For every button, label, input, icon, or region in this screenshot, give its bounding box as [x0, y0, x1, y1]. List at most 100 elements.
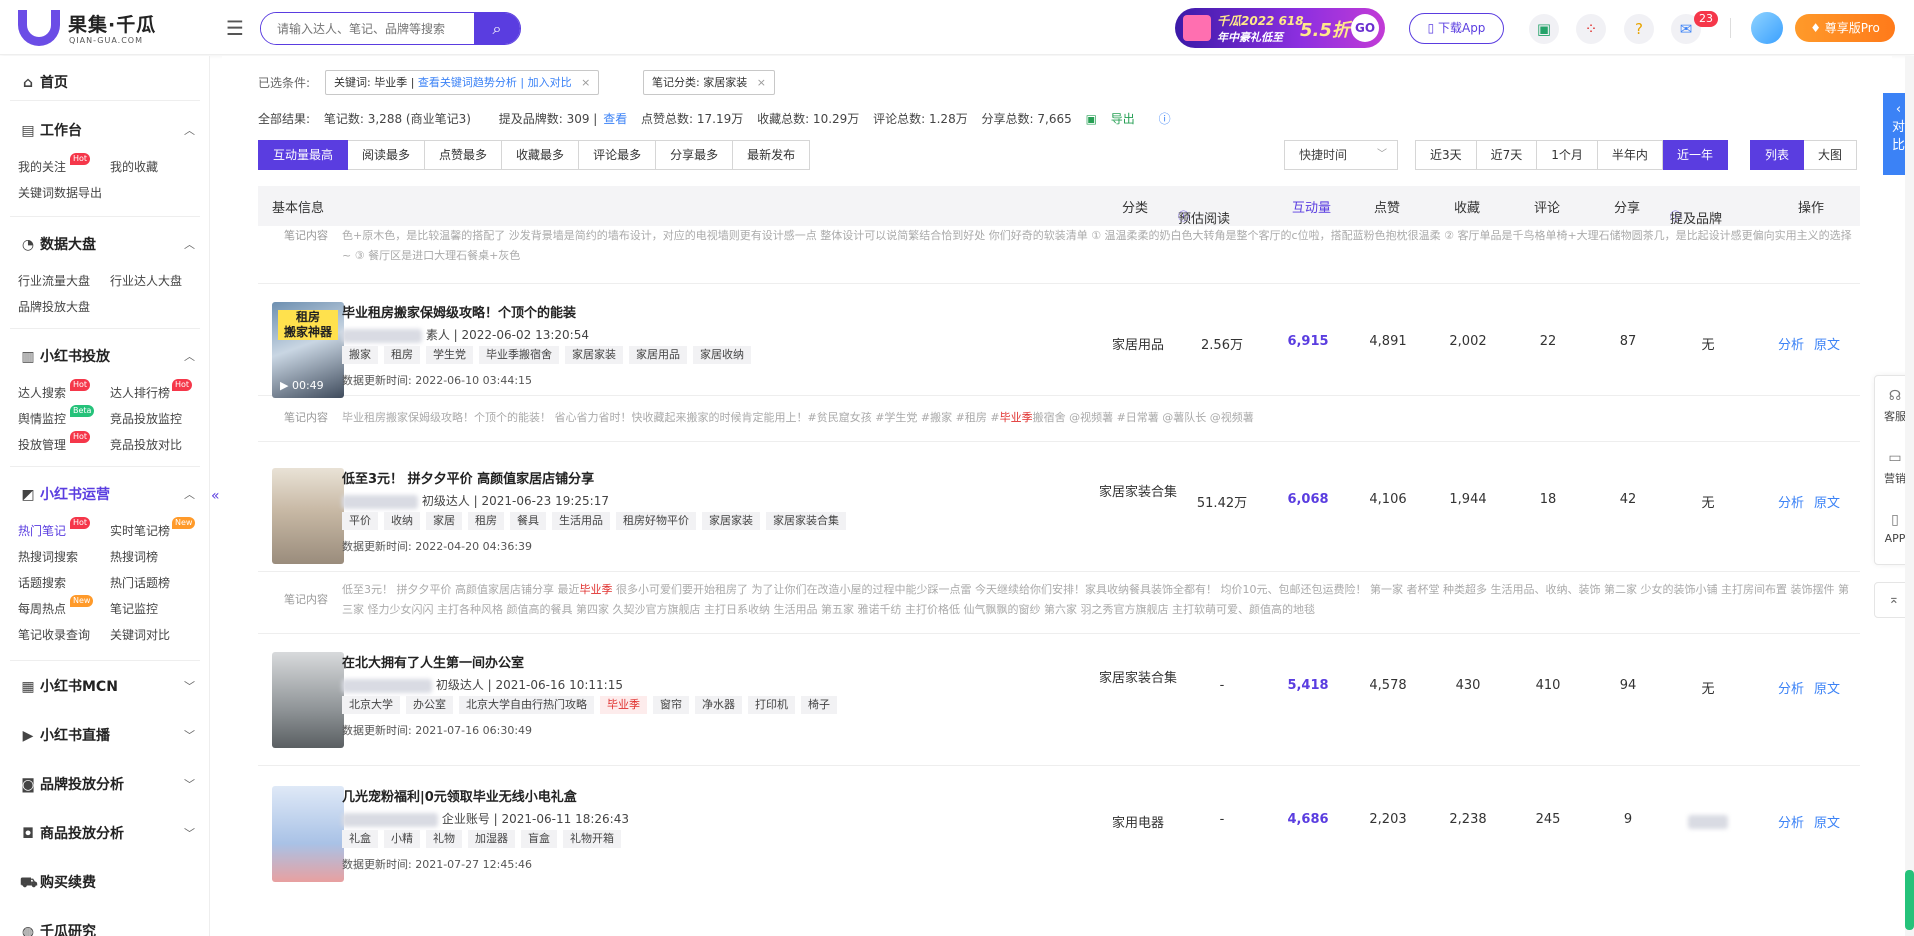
- chevron-up-icon[interactable]: ︿: [184, 122, 195, 138]
- sidebar-item-competitor-monitor[interactable]: 竞品投放监控: [110, 410, 182, 427]
- note-tag[interactable]: 餐具: [510, 512, 546, 530]
- avatar[interactable]: [342, 678, 432, 693]
- sidebar-item-hot-search-rank[interactable]: 热搜词榜: [110, 548, 158, 565]
- range-tab-1m[interactable]: 1个月: [1537, 140, 1598, 170]
- export-button[interactable]: ▣ 导出: [1086, 112, 1145, 126]
- scrollbar[interactable]: [1905, 56, 1914, 936]
- sidebar-item-brand-ads[interactable]: 品牌投放大盘: [18, 298, 90, 315]
- sidebar-group-xhs-ops[interactable]: ◩ 小红书运营: [20, 484, 110, 504]
- avatar[interactable]: [342, 812, 438, 827]
- note-tag[interactable]: 北京大学: [342, 696, 400, 714]
- analyze-link[interactable]: 分析: [1778, 496, 1804, 511]
- sidebar-item-weekly-hot[interactable]: 每周热点: [18, 600, 66, 617]
- note-tag[interactable]: 窗帘: [653, 696, 689, 714]
- chevron-down-icon[interactable]: ﹀: [184, 776, 195, 792]
- col-interaction[interactable]: 互动量: [1292, 197, 1331, 216]
- help-icon[interactable]: ⓘ: [1159, 112, 1171, 126]
- col-category[interactable]: 分类: [1122, 197, 1148, 216]
- analyze-link[interactable]: 分析: [1778, 338, 1804, 353]
- sidebar-item-topic-search[interactable]: 话题搜索: [18, 574, 66, 591]
- sidebar-item-hot-search[interactable]: 热搜词搜索: [18, 548, 78, 565]
- sidebar-item-kol-rank[interactable]: 达人排行榜: [110, 384, 170, 401]
- sidebar-item-keyword-compare[interactable]: 关键词对比: [110, 626, 170, 643]
- note-tag[interactable]: 平价: [342, 512, 378, 530]
- source-link[interactable]: 原文: [1814, 496, 1840, 511]
- sidebar-item-buy[interactable]: ⛟ 购买续费: [20, 872, 96, 893]
- note-tag[interactable]: 盲盒: [521, 830, 557, 848]
- keyword-chip-link[interactable]: 查看关键词趋势分析 | 加入对比: [418, 76, 572, 89]
- note-tag[interactable]: 净水器: [695, 696, 742, 714]
- chevron-up-icon[interactable]: ︿: [184, 348, 195, 364]
- chevron-down-icon[interactable]: ﹀: [184, 678, 195, 694]
- sort-tab-likes[interactable]: 点赞最多: [425, 140, 503, 170]
- sidebar-item-home[interactable]: ⌂ 首页: [20, 72, 68, 92]
- note-tag[interactable]: 学生党: [426, 346, 473, 364]
- analyze-link[interactable]: 分析: [1778, 816, 1804, 831]
- sidebar-item-my-collect[interactable]: 我的收藏: [110, 158, 158, 175]
- stats-view-link[interactable]: 查看: [603, 112, 627, 126]
- note-tag[interactable]: 家居用品: [629, 346, 687, 364]
- note-tag[interactable]: 家居家装: [702, 512, 760, 530]
- menu-toggle-icon[interactable]: ☰: [226, 16, 244, 40]
- chevron-down-icon[interactable]: ﹀: [184, 825, 195, 841]
- briefcase-icon[interactable]: ▣: [1529, 14, 1559, 44]
- download-app-button[interactable]: ▯ 下载App: [1409, 13, 1504, 44]
- sort-tab-latest[interactable]: 最新发布: [733, 140, 811, 170]
- note-tag[interactable]: 租房好物平价: [616, 512, 696, 530]
- note-tag[interactable]: 礼盒: [342, 830, 378, 848]
- note-tag[interactable]: 加湿器: [468, 830, 515, 848]
- sort-tab-reads[interactable]: 阅读最多: [348, 140, 426, 170]
- note-tag[interactable]: 办公室: [406, 696, 453, 714]
- sort-tab-collects[interactable]: 收藏最多: [502, 140, 580, 170]
- range-tab-6m[interactable]: 半年内: [1597, 140, 1663, 170]
- note-tag[interactable]: 家居: [426, 512, 462, 530]
- avatar[interactable]: [342, 328, 422, 343]
- note-thumbnail[interactable]: 租房 搬家神器 ▶ 00:49: [272, 302, 344, 398]
- promo-banner[interactable]: 千瓜2022 618 年中豪礼低至 5.5折 GO: [1175, 8, 1385, 48]
- search-button[interactable]: ⌕: [474, 13, 520, 44]
- sidebar-group-xhs-ads[interactable]: ▥ 小红书投放: [20, 346, 110, 366]
- note-tag[interactable]: 搬家: [342, 346, 378, 364]
- source-link[interactable]: 原文: [1814, 816, 1840, 831]
- note-tag[interactable]: 椅子: [801, 696, 837, 714]
- sidebar-item-kol-search[interactable]: 达人搜索: [18, 384, 66, 401]
- view-tab-grid[interactable]: 大图: [1804, 140, 1858, 170]
- note-tag[interactable]: 礼物开箱: [563, 830, 621, 848]
- col-shares[interactable]: 分享: [1614, 197, 1640, 216]
- promo-go-button[interactable]: GO: [1351, 14, 1379, 42]
- note-title[interactable]: 在北大拥有了人生第一间办公室: [342, 652, 524, 671]
- col-comments[interactable]: 评论: [1534, 197, 1560, 216]
- sidebar-item-my-follow[interactable]: 我的关注: [18, 158, 66, 175]
- sidebar-item-industry-kol[interactable]: 行业达人大盘: [110, 272, 182, 289]
- scrollbar-thumb[interactable]: [1905, 870, 1914, 930]
- col-likes[interactable]: 点赞: [1374, 197, 1400, 216]
- collapse-sidebar-icon[interactable]: «: [211, 488, 220, 504]
- chevron-down-icon[interactable]: ﹀: [184, 727, 195, 743]
- note-tag[interactable]: 礼物: [426, 830, 462, 848]
- sort-tab-comments[interactable]: 评论最多: [579, 140, 657, 170]
- analyze-link[interactable]: 分析: [1778, 682, 1804, 697]
- sidebar-group-brand[interactable]: ◙ 品牌投放分析: [20, 774, 124, 794]
- sidebar-item-note-monitor[interactable]: 笔记监控: [110, 600, 158, 617]
- col-collects[interactable]: 收藏: [1454, 197, 1480, 216]
- avatar[interactable]: [342, 494, 418, 509]
- sidebar-item-ads-manage[interactable]: 投放管理: [18, 436, 66, 453]
- note-tag[interactable]: 家居家装: [565, 346, 623, 364]
- range-tab-3d[interactable]: 近3天: [1415, 140, 1477, 170]
- note-tag[interactable]: 家居收纳: [693, 346, 751, 364]
- note-thumbnail[interactable]: [272, 652, 344, 748]
- note-thumbnail[interactable]: [272, 468, 344, 564]
- table-row[interactable]: 租房 搬家神器 ▶ 00:49 毕业租房搬家保姆级攻略！个顶个的能装 素人 | 2…: [258, 284, 1860, 398]
- note-tag[interactable]: 打印机: [748, 696, 795, 714]
- sidebar-item-topic-rank[interactable]: 热门话题榜: [110, 574, 170, 591]
- sidebar-item-note-index[interactable]: 笔记收录查询: [18, 626, 90, 643]
- chevron-up-icon[interactable]: ︿: [184, 236, 195, 252]
- sidebar-group-goods[interactable]: ◘ 商品投放分析: [20, 823, 124, 843]
- search-input[interactable]: [261, 13, 471, 44]
- note-tag[interactable]: 收纳: [384, 512, 420, 530]
- sidebar-item-research[interactable]: ◍ 千瓜研究: [20, 921, 96, 936]
- table-row[interactable]: 几光宠粉福利|0元领取毕业无线小电礼盒 企业账号 | 2021-06-11 18…: [258, 766, 1860, 936]
- avatar[interactable]: [1751, 12, 1783, 44]
- sort-tab-interaction[interactable]: 互动量最高: [258, 140, 349, 170]
- source-link[interactable]: 原文: [1814, 338, 1840, 353]
